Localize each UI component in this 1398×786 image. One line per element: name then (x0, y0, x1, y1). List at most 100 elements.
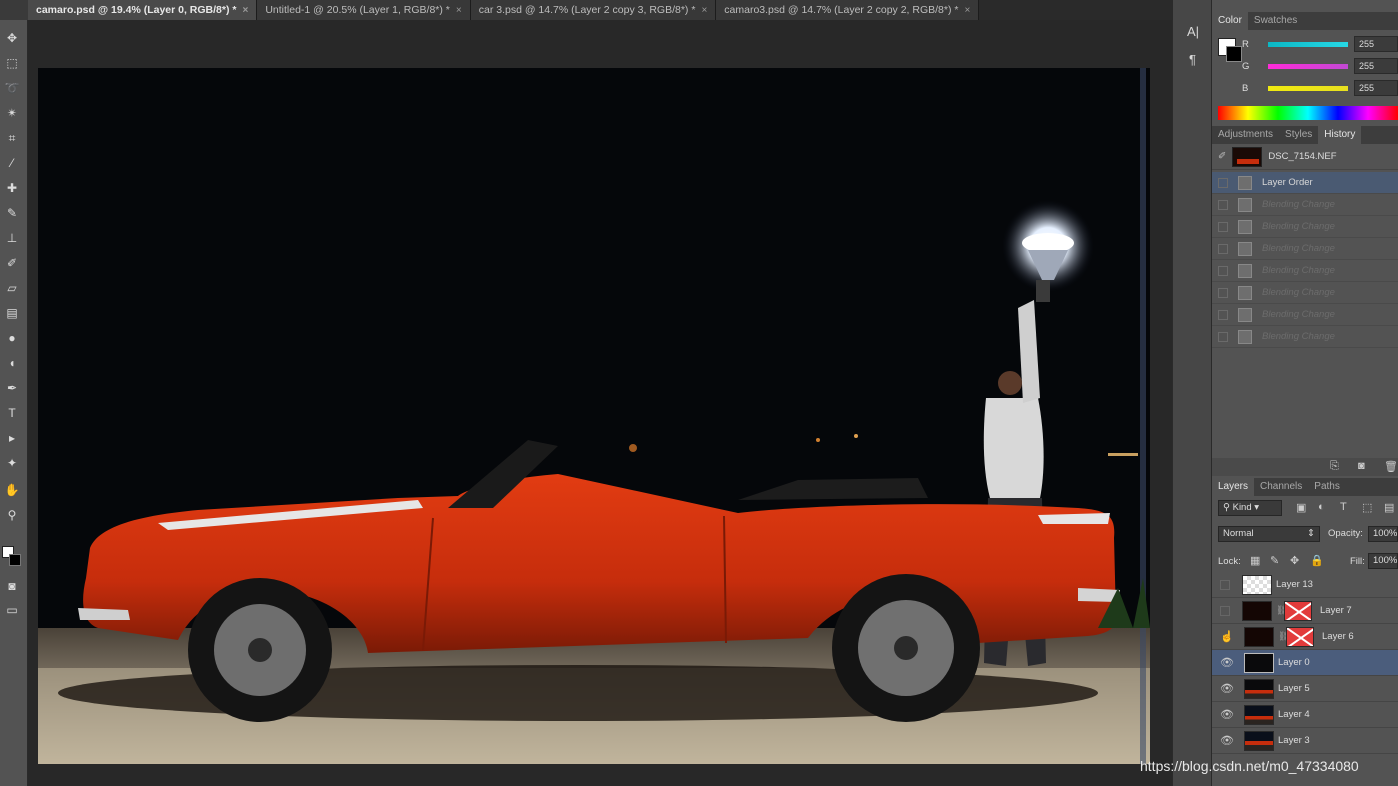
quick-mask-icon[interactable]: ◙ (2, 576, 22, 596)
type-tool-icon[interactable]: T (2, 403, 22, 423)
move-tool-icon[interactable]: ✥ (2, 28, 22, 48)
history-checkbox[interactable] (1218, 331, 1228, 342)
history-item[interactable]: Blending Change (1212, 326, 1398, 348)
tab-layers[interactable]: Layers (1212, 478, 1255, 496)
layer-name[interactable]: Layer 6 (1322, 631, 1354, 642)
lock-transparent-icon[interactable]: ▦ (1250, 554, 1260, 567)
green-slider-bar[interactable] (1268, 64, 1348, 69)
document-tab[interactable]: Untitled-1 @ 20.5% (Layer 1, RGB/8*) * × (257, 0, 471, 20)
type-filter-icon[interactable]: T (1340, 501, 1347, 513)
history-checkbox[interactable] (1218, 287, 1228, 298)
visibility-toggle[interactable] (1220, 605, 1230, 616)
adjustment-filter-icon[interactable]: ◐ (1318, 501, 1325, 513)
healing-brush-tool-icon[interactable]: ✚ (2, 178, 22, 198)
blur-tool-icon[interactable]: ● (2, 328, 22, 348)
brush-tool-icon[interactable]: ✎ (2, 203, 22, 223)
document-tab[interactable]: camaro3.psd @ 14.7% (Layer 2 copy 2, RGB… (716, 0, 980, 20)
path-selection-tool-icon[interactable]: ▸ (2, 428, 22, 448)
pen-tool-icon[interactable]: ✒ (2, 378, 22, 398)
layer-name[interactable]: Layer 5 (1278, 683, 1310, 694)
eyedropper-tool-icon[interactable]: ⁄ (2, 153, 22, 173)
history-item[interactable]: Blending Change (1212, 194, 1398, 216)
link-icon[interactable]: ⛓ (1276, 605, 1287, 616)
trash-icon[interactable]: 🗑 (1384, 460, 1398, 473)
layer-row[interactable]: Layer 13 (1212, 572, 1398, 598)
pixel-filter-icon[interactable]: ▣ (1296, 501, 1306, 514)
tab-color[interactable]: Color (1212, 12, 1248, 30)
history-checkbox[interactable] (1218, 199, 1228, 210)
shape-filter-icon[interactable]: ⬚ (1362, 501, 1372, 514)
lasso-tool-icon[interactable]: ➰ (2, 78, 22, 98)
tab-adjustments[interactable]: Adjustments (1212, 126, 1279, 144)
layer-name[interactable]: Layer 4 (1278, 709, 1310, 720)
eye-icon[interactable]: 👁 (1220, 708, 1234, 721)
document-tab[interactable]: car 3.psd @ 14.7% (Layer 2 copy 3, RGB/8… (470, 0, 717, 20)
hand-tool-icon[interactable]: ✋ (2, 480, 22, 500)
tab-paths[interactable]: Paths (1308, 478, 1346, 496)
layer-filter-select[interactable]: ⚲ Kind ▾ (1218, 500, 1282, 516)
shape-tool-icon[interactable]: ✦ (2, 453, 22, 473)
background-color-swatch[interactable] (9, 554, 21, 566)
history-checkbox[interactable] (1218, 265, 1228, 276)
clone-stamp-tool-icon[interactable]: ⊥ (2, 228, 22, 248)
layer-name[interactable]: Layer 0 (1278, 657, 1310, 668)
cursor-hand-icon[interactable]: ☝ (1220, 630, 1234, 643)
camera-snapshot-icon[interactable]: ◙ (1358, 460, 1365, 472)
document-tab[interactable]: camaro.psd @ 19.4% (Layer 0, RGB/8*) * × (28, 0, 258, 20)
tab-styles[interactable]: Styles (1279, 126, 1318, 144)
document-canvas[interactable] (38, 68, 1150, 764)
red-slider-bar[interactable] (1268, 42, 1348, 47)
history-brush-tool-icon[interactable]: ✐ (2, 253, 22, 273)
lock-all-icon[interactable]: 🔒 (1310, 554, 1324, 567)
history-snapshot[interactable]: ✐ DSC_7154.NEF (1212, 144, 1398, 170)
gradient-tool-icon[interactable]: ▤ (2, 303, 22, 323)
layer-row[interactable]: 👁 Layer 0 (1212, 650, 1398, 676)
green-slider[interactable]: G 255 (1212, 58, 1398, 78)
history-item[interactable]: Blending Change (1212, 238, 1398, 260)
blue-value[interactable]: 255 (1354, 80, 1398, 96)
screen-mode-icon[interactable]: ▭ (2, 600, 22, 620)
layer-mask-thumbnail[interactable] (1286, 626, 1314, 647)
history-item[interactable]: Blending Change (1212, 282, 1398, 304)
lock-pixels-icon[interactable]: ✎ (1270, 554, 1279, 567)
history-item[interactable]: Layer Order (1212, 172, 1398, 194)
layer-name[interactable]: Layer 13 (1276, 579, 1313, 590)
crop-tool-icon[interactable]: ⌗ (2, 128, 22, 148)
tab-channels[interactable]: Channels (1254, 478, 1308, 496)
color-spectrum[interactable] (1218, 106, 1398, 120)
fill-input[interactable]: 100% (1368, 553, 1398, 569)
new-document-from-state-icon[interactable]: ⎘ (1330, 460, 1339, 473)
layer-name[interactable]: Layer 3 (1278, 735, 1310, 746)
close-icon[interactable]: × (242, 5, 248, 16)
close-icon[interactable]: × (701, 5, 707, 16)
history-checkbox[interactable] (1218, 243, 1228, 254)
lock-position-icon[interactable]: ✥ (1290, 554, 1299, 567)
history-item[interactable]: Blending Change (1212, 304, 1398, 326)
smart-object-filter-icon[interactable]: ▤ (1384, 501, 1394, 514)
character-panel-icon[interactable]: A| (1187, 24, 1199, 39)
red-slider[interactable]: R 255 (1212, 36, 1398, 56)
red-value[interactable]: 255 (1354, 36, 1398, 52)
history-checkbox[interactable] (1218, 309, 1228, 320)
eraser-tool-icon[interactable]: ▱ (2, 278, 22, 298)
history-item[interactable]: Blending Change (1212, 216, 1398, 238)
layer-row[interactable]: 👁 Layer 5 (1212, 676, 1398, 702)
visibility-toggle[interactable] (1220, 579, 1230, 590)
opacity-input[interactable]: 100% (1368, 526, 1398, 542)
history-checkbox[interactable] (1218, 177, 1228, 188)
layer-row[interactable]: 👁 Layer 3 (1212, 728, 1398, 754)
tab-swatches[interactable]: Swatches (1248, 12, 1303, 30)
history-checkbox[interactable] (1218, 221, 1228, 232)
brush-source-icon[interactable]: ✐ (1218, 151, 1226, 162)
link-icon[interactable]: ⛓ (1278, 631, 1289, 642)
zoom-tool-icon[interactable]: ⚲ (2, 505, 22, 525)
history-item[interactable]: Blending Change (1212, 260, 1398, 282)
layer-row[interactable]: 👁 Layer 4 (1212, 702, 1398, 728)
paragraph-panel-icon[interactable]: ¶ (1189, 52, 1196, 67)
blend-mode-select[interactable]: Normal ⇕ (1218, 526, 1320, 542)
eye-icon[interactable]: 👁 (1220, 682, 1234, 695)
magic-wand-tool-icon[interactable]: ✴ (2, 103, 22, 123)
dodge-tool-icon[interactable]: ◖ (2, 353, 22, 373)
close-icon[interactable]: × (964, 5, 970, 16)
tab-history[interactable]: History (1318, 126, 1362, 144)
